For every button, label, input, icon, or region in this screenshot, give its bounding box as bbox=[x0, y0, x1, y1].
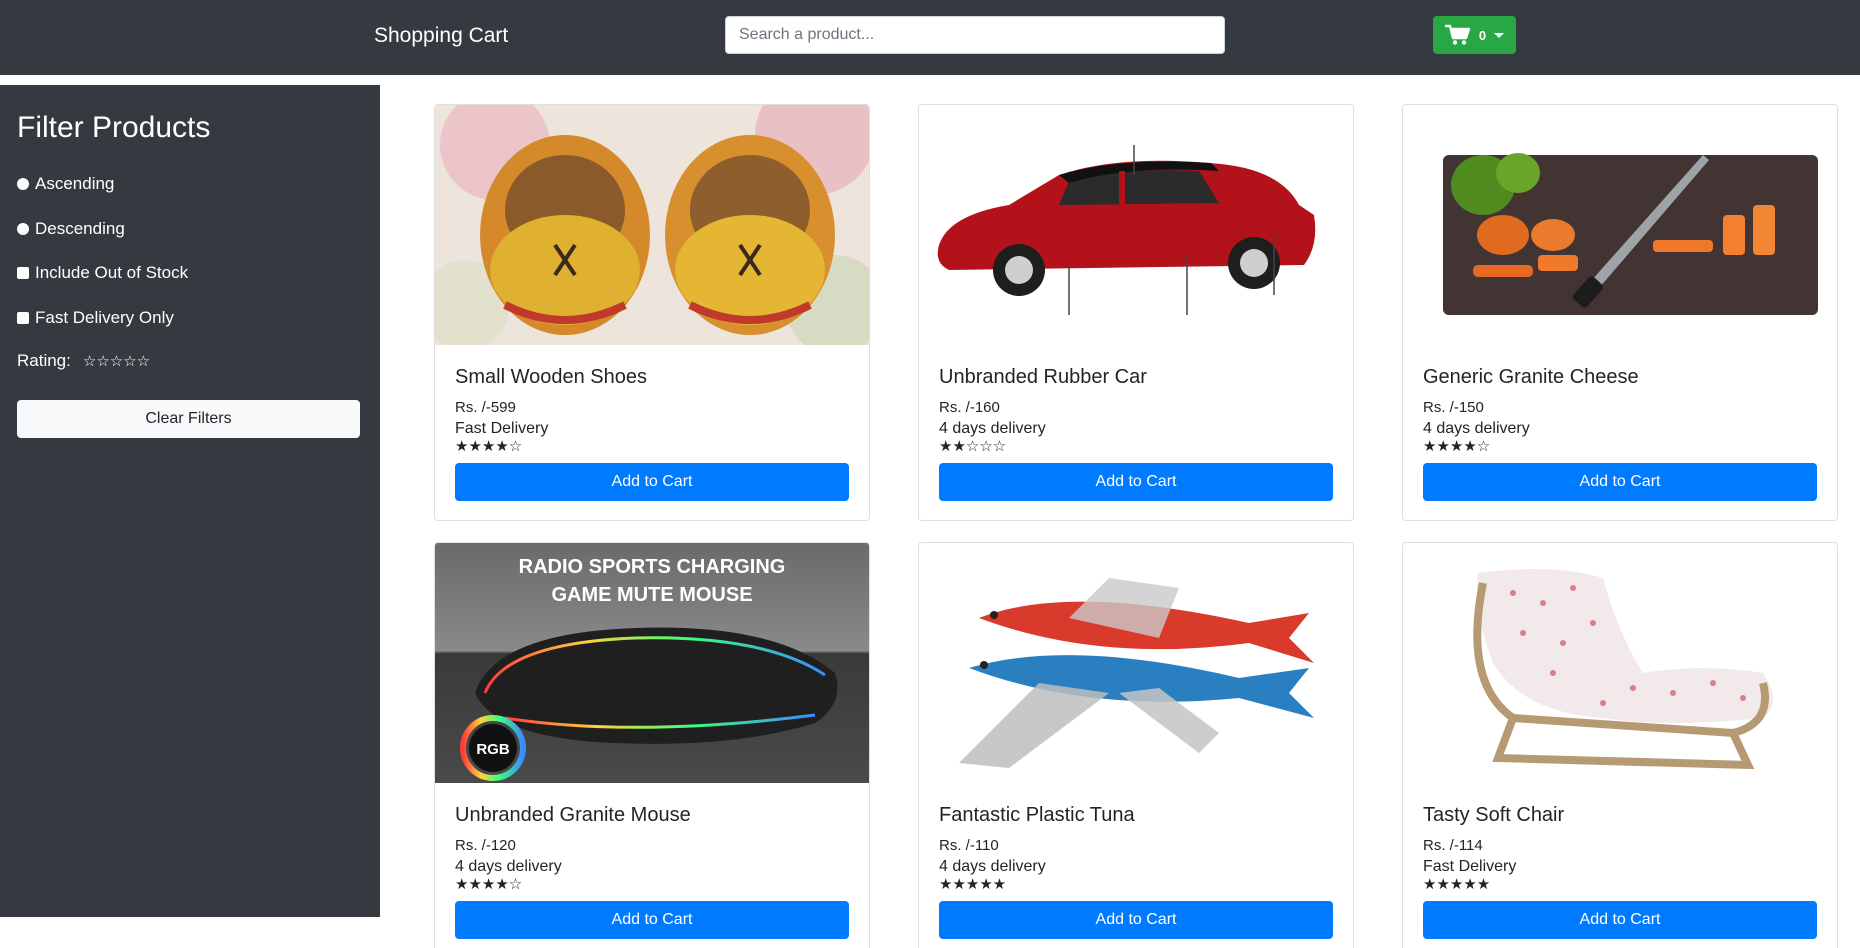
product-card: Tasty Soft Chair Rs. /-114 Fast Delivery… bbox=[1402, 542, 1838, 948]
product-card: RADIO SPORTS CHARGING GAME MUTE MOUSE RG… bbox=[434, 542, 870, 948]
product-image-red-toy-car bbox=[919, 105, 1353, 345]
checkbox[interactable] bbox=[17, 312, 29, 324]
add-to-cart-button[interactable]: Add to Cart bbox=[1423, 463, 1817, 501]
product-image-vegetables-on-board bbox=[1403, 105, 1837, 345]
top-navbar: Shopping Cart 0 bbox=[0, 0, 1860, 75]
product-title: Unbranded Rubber Car bbox=[939, 366, 1147, 388]
add-to-cart-button[interactable]: Add to Cart bbox=[1423, 901, 1817, 939]
brand-title[interactable]: Shopping Cart bbox=[374, 23, 508, 49]
product-title: Unbranded Granite Mouse bbox=[455, 804, 691, 826]
product-image-wooden-shoes bbox=[435, 105, 869, 345]
product-delivery: 4 days delivery bbox=[1423, 420, 1530, 437]
search-input[interactable] bbox=[725, 16, 1225, 54]
radio-button[interactable] bbox=[17, 223, 29, 235]
product-rating-stars: ★★★★★ bbox=[939, 876, 1007, 893]
product-card: Unbranded Rubber Car Rs. /-160 4 days de… bbox=[918, 104, 1354, 521]
clear-filters-button[interactable]: Clear Filters bbox=[17, 400, 360, 438]
product-card: Small Wooden Shoes Rs. /-599 Fast Delive… bbox=[434, 104, 870, 521]
product-title: Tasty Soft Chair bbox=[1423, 804, 1565, 826]
product-delivery: Fast Delivery bbox=[1423, 858, 1517, 875]
checkbox[interactable] bbox=[17, 267, 29, 279]
cart-dropdown-button[interactable]: 0 bbox=[1433, 16, 1516, 54]
shopping-cart-icon bbox=[1444, 24, 1471, 45]
product-title: Generic Granite Cheese bbox=[1423, 366, 1639, 388]
fast-delivery-checkbox[interactable]: Fast Delivery Only bbox=[17, 308, 174, 328]
product-title: Fantastic Plastic Tuna bbox=[939, 804, 1135, 826]
product-delivery: 4 days delivery bbox=[939, 858, 1046, 875]
product-rating-stars: ★★★★☆ bbox=[455, 438, 523, 455]
include-out-of-stock-checkbox[interactable]: Include Out of Stock bbox=[17, 263, 188, 283]
product-price: Rs. /-150 bbox=[1423, 399, 1484, 416]
filter-title: Filter Products bbox=[17, 111, 211, 144]
product-rating-stars: ★★★★☆ bbox=[1423, 438, 1491, 455]
fast-delivery-label: Fast Delivery Only bbox=[35, 308, 174, 327]
chevron-down-icon bbox=[1494, 32, 1505, 38]
product-rating-stars: ★★★★★ bbox=[1423, 876, 1491, 893]
product-price: Rs. /-114 bbox=[1423, 837, 1483, 854]
product-rating-stars: ★★☆☆☆ bbox=[939, 438, 1007, 455]
product-delivery: 4 days delivery bbox=[939, 420, 1046, 437]
ascending-radio[interactable]: Ascending bbox=[17, 174, 114, 194]
add-to-cart-button[interactable]: Add to Cart bbox=[939, 901, 1333, 939]
radio-button[interactable] bbox=[17, 178, 29, 190]
descending-radio[interactable]: Descending bbox=[17, 219, 125, 239]
cart-count-badge: 0 bbox=[1478, 27, 1487, 43]
product-price: Rs. /-599 bbox=[455, 399, 516, 416]
product-price: Rs. /-110 bbox=[939, 837, 999, 854]
add-to-cart-button[interactable]: Add to Cart bbox=[939, 463, 1333, 501]
product-delivery: Fast Delivery bbox=[455, 420, 549, 437]
rating-stars-input[interactable]: ☆☆☆☆☆ bbox=[83, 352, 150, 370]
mouse-banner-line1: RADIO SPORTS CHARGING bbox=[519, 556, 786, 578]
product-rating-stars: ★★★★☆ bbox=[455, 876, 523, 893]
filter-sidebar: Filter Products Ascending Descending Inc… bbox=[0, 85, 380, 917]
product-card: Generic Granite Cheese Rs. /-150 4 days … bbox=[1402, 104, 1838, 521]
ascending-label: Ascending bbox=[35, 174, 115, 193]
add-to-cart-button[interactable]: Add to Cart bbox=[455, 463, 849, 501]
product-image-lounge-chair bbox=[1403, 543, 1837, 783]
descending-label: Descending bbox=[35, 219, 125, 238]
add-to-cart-button[interactable]: Add to Cart bbox=[455, 901, 849, 939]
mouse-badge: RGB bbox=[476, 741, 510, 758]
product-image-flying-fish bbox=[919, 543, 1353, 783]
out-of-stock-label: Include Out of Stock bbox=[35, 263, 189, 282]
product-price: Rs. /-120 bbox=[455, 837, 516, 854]
product-title: Small Wooden Shoes bbox=[455, 366, 647, 388]
product-card: Fantastic Plastic Tuna Rs. /-110 4 days … bbox=[918, 542, 1354, 948]
product-delivery: 4 days delivery bbox=[455, 858, 562, 875]
mouse-banner-line2: GAME MUTE MOUSE bbox=[551, 584, 752, 606]
rating-filter: Rating: ☆☆☆☆☆ bbox=[17, 351, 150, 371]
rating-label: Rating: bbox=[17, 351, 71, 370]
product-image-rgb-gaming-mouse: RADIO SPORTS CHARGING GAME MUTE MOUSE RG… bbox=[435, 543, 869, 783]
product-price: Rs. /-160 bbox=[939, 399, 1000, 416]
